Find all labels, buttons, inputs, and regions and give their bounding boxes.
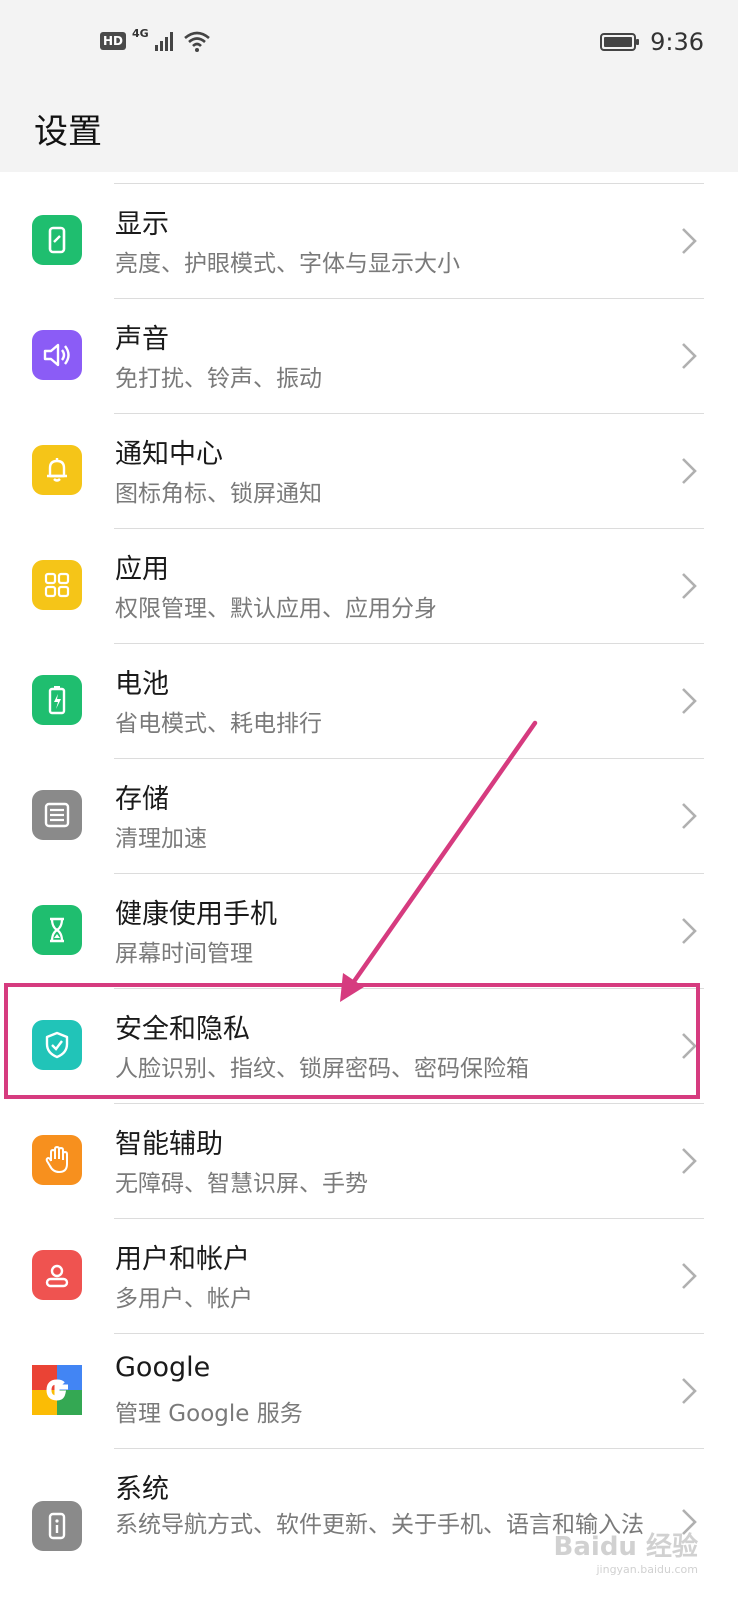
settings-item-sound[interactable]: 声音 免打扰、铃声、振动 xyxy=(0,299,738,414)
user-icon xyxy=(32,1250,82,1300)
shield-icon xyxy=(32,1020,82,1070)
settings-item-subtitle: 管理 Google 服务 xyxy=(115,1401,303,1427)
battery-status-icon xyxy=(600,33,640,51)
settings-item-subtitle: 图标角标、锁屏通知 xyxy=(115,481,322,507)
bell-icon xyxy=(32,445,82,495)
signal-icon xyxy=(154,32,173,51)
storage-icon xyxy=(32,790,82,840)
chevron-right-icon xyxy=(682,573,697,599)
hourglass-icon xyxy=(32,905,82,955)
settings-item-title: Google xyxy=(115,1352,211,1383)
settings-item-storage[interactable]: 存储 清理加速 xyxy=(0,759,738,874)
settings-item-title: 显示 xyxy=(115,209,169,240)
settings-item-title: 安全和隐私 xyxy=(115,1014,250,1045)
system-info-icon xyxy=(32,1501,82,1551)
wifi-icon xyxy=(183,31,210,52)
settings-item-title: 电池 xyxy=(115,669,169,700)
header: 设置 xyxy=(0,92,738,172)
watermark: Baidu 经验 jingyan.baidu.com xyxy=(554,1526,698,1576)
settings-item-title: 健康使用手机 xyxy=(115,899,277,930)
chevron-right-icon xyxy=(682,1033,697,1059)
settings-item-subtitle: 免打扰、铃声、振动 xyxy=(115,366,322,392)
settings-list: 显示 亮度、护眼模式、字体与显示大小 声音 免打扰、铃声、振动 通知中心 图标角… xyxy=(0,184,738,1609)
settings-item-title: 系统 xyxy=(115,1474,169,1505)
settings-item-title: 智能辅助 xyxy=(115,1129,223,1160)
display-icon xyxy=(32,215,82,265)
watermark-text: Baidu 经验 xyxy=(553,1532,698,1562)
settings-item-subtitle: 多用户、帐户 xyxy=(115,1286,253,1312)
settings-item-title: 应用 xyxy=(115,554,169,585)
hand-icon xyxy=(32,1135,82,1185)
apps-grid-icon xyxy=(32,560,82,610)
settings-item-digital-balance[interactable]: 健康使用手机 屏幕时间管理 xyxy=(0,874,738,989)
settings-item-google[interactable]: Google 管理 Google 服务 xyxy=(0,1334,738,1449)
settings-item-display[interactable]: 显示 亮度、护眼模式、字体与显示大小 xyxy=(0,184,738,299)
chevron-right-icon xyxy=(682,1263,697,1289)
chevron-right-icon xyxy=(682,343,697,369)
watermark-url: jingyan.baidu.com xyxy=(596,1563,698,1576)
settings-item-title: 用户和帐户 xyxy=(115,1244,250,1275)
settings-item-subtitle: 屏幕时间管理 xyxy=(115,941,253,967)
settings-item-accessibility[interactable]: 智能辅助 无障碍、智慧识屏、手势 xyxy=(0,1104,738,1219)
settings-item-title: 声音 xyxy=(115,324,169,355)
chevron-right-icon xyxy=(682,458,697,484)
chevron-right-icon xyxy=(682,1378,697,1404)
chevron-right-icon xyxy=(682,803,697,829)
chevron-right-icon xyxy=(682,918,697,944)
chevron-right-icon xyxy=(682,228,697,254)
chevron-right-icon xyxy=(682,1148,697,1174)
settings-item-notifications[interactable]: 通知中心 图标角标、锁屏通知 xyxy=(0,414,738,529)
page-title: 设置 xyxy=(34,112,102,152)
network-type-label: 4G xyxy=(132,26,149,40)
settings-item-subtitle: 亮度、护眼模式、字体与显示大小 xyxy=(115,251,460,277)
status-bar: HD 4G 9:36 xyxy=(0,0,738,92)
settings-item-subtitle: 权限管理、默认应用、应用分身 xyxy=(115,596,437,622)
clock: 9:36 xyxy=(650,28,704,56)
settings-item-accounts[interactable]: 用户和帐户 多用户、帐户 xyxy=(0,1219,738,1334)
hd-badge: HD xyxy=(100,32,127,50)
chevron-right-icon xyxy=(682,688,697,714)
settings-item-security[interactable]: 安全和隐私 人脸识别、指纹、锁屏密码、密码保险箱 xyxy=(0,989,738,1104)
speaker-icon xyxy=(32,330,82,380)
status-left: HD 4G xyxy=(100,26,211,52)
settings-item-subtitle: 省电模式、耗电排行 xyxy=(115,711,322,737)
settings-item-subtitle: 清理加速 xyxy=(115,826,207,852)
google-icon xyxy=(32,1365,82,1415)
settings-item-apps[interactable]: 应用 权限管理、默认应用、应用分身 xyxy=(0,529,738,644)
settings-item-subtitle: 人脸识别、指纹、锁屏密码、密码保险箱 xyxy=(115,1056,529,1082)
settings-item-battery[interactable]: 电池 省电模式、耗电排行 xyxy=(0,644,738,759)
settings-item-subtitle: 无障碍、智慧识屏、手势 xyxy=(115,1171,368,1197)
status-right: 9:36 xyxy=(600,28,704,56)
settings-item-title: 通知中心 xyxy=(115,439,223,470)
battery-icon xyxy=(32,675,82,725)
settings-item-title: 存储 xyxy=(115,784,169,815)
